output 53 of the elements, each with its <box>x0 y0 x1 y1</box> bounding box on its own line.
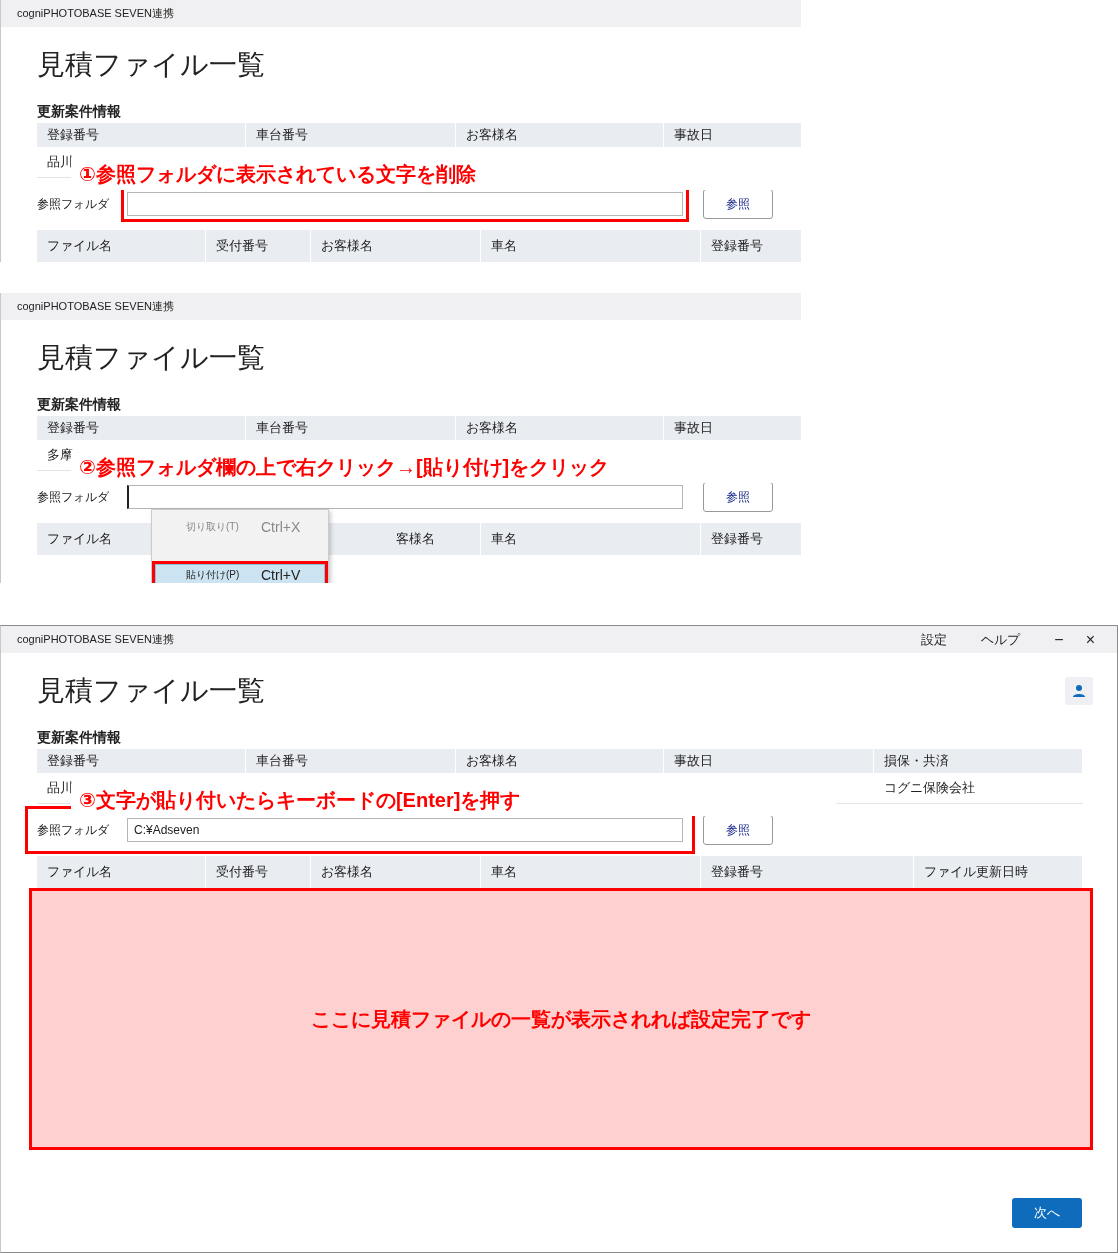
page-title: 見積ファイル一覧 <box>37 674 266 708</box>
page-title: 見積ファイル一覧 <box>37 341 266 375</box>
column-header: 損保・共済 <box>874 749 1083 773</box>
folder-field[interactable] <box>127 192 683 216</box>
next-button[interactable]: 次へ <box>1012 1198 1082 1228</box>
menu-item[interactable]: 貼り付け(P) Ctrl+V <box>155 564 325 583</box>
column-header: 事故日 <box>664 749 874 773</box>
column-header: 登録番号 <box>37 123 246 147</box>
table-cell: 品川 <box>47 779 73 797</box>
window-title: cogniPHOTOBASE SEVEN連携 <box>17 632 175 647</box>
window-title: cogniPHOTOBASE SEVEN連携 <box>17 6 175 21</box>
column-header: お客様名 <box>456 123 664 147</box>
minimize-button[interactable]: − <box>1054 630 1064 649</box>
instruction-callout: ②参照フォルダ欄の上で右クリック→[貼り付け]をクリック <box>71 451 801 483</box>
column-header: 車台番号 <box>246 416 456 440</box>
column-header: 車名 <box>481 230 701 262</box>
page-title: 見積ファイル一覧 <box>37 48 266 82</box>
browse-button[interactable]: 参照 <box>703 482 773 512</box>
close-button[interactable]: × <box>1085 630 1095 649</box>
menu-item[interactable]: ヘルプ <box>981 630 1021 649</box>
column-header: 事故日 <box>664 123 801 147</box>
folder-field[interactable]: C:¥Adseven <box>127 818 683 842</box>
field-label: 参照フォルダ <box>36 195 110 213</box>
column-header: 車台番号 <box>246 749 456 773</box>
column-header: 車台番号 <box>246 123 456 147</box>
user-icon <box>1072 684 1086 698</box>
column-header: お客様名 <box>456 749 664 773</box>
section-title: 更新案件情報 <box>37 103 122 119</box>
section-title: 更新案件情報 <box>37 729 122 745</box>
column-header: お客様名 <box>311 230 481 262</box>
menu-item[interactable]: 設定 <box>921 630 948 649</box>
field-label: 参照フォルダ <box>36 488 110 506</box>
window-title: cogniPHOTOBASE SEVEN連携 <box>17 299 175 314</box>
column-header: 車名 <box>481 523 701 555</box>
instruction-callout: ③文字が貼り付いたらキーボードの[Enter]を押す <box>71 784 836 816</box>
column-header: 登録番号 <box>701 523 801 555</box>
browse-button[interactable]: 参照 <box>703 189 773 219</box>
user-button[interactable] <box>1065 677 1093 705</box>
field-label: 参照フォルダ <box>36 821 110 839</box>
table-cell: コグニ保険会社 <box>884 779 975 797</box>
column-header: 登録番号 <box>37 749 246 773</box>
browse-button[interactable]: 参照 <box>703 815 773 845</box>
section-title: 更新案件情報 <box>37 396 122 412</box>
table-cell: 多摩 <box>47 446 73 464</box>
instruction-callout: ①参照フォルダに表示されている文字を削除 <box>71 158 801 190</box>
column-header: お客様名 <box>456 416 664 440</box>
column-header: 事故日 <box>664 416 801 440</box>
column-header: ファイル名 <box>37 230 206 262</box>
column-header: 登録番号 <box>701 230 801 262</box>
table-cell: 品川 <box>47 153 73 171</box>
result-area: ここに見積ファイルの一覧が表示されれば設定完了です <box>29 888 1093 1150</box>
column-header: 登録番号 <box>37 416 246 440</box>
column-header: 受付番号 <box>206 230 311 262</box>
